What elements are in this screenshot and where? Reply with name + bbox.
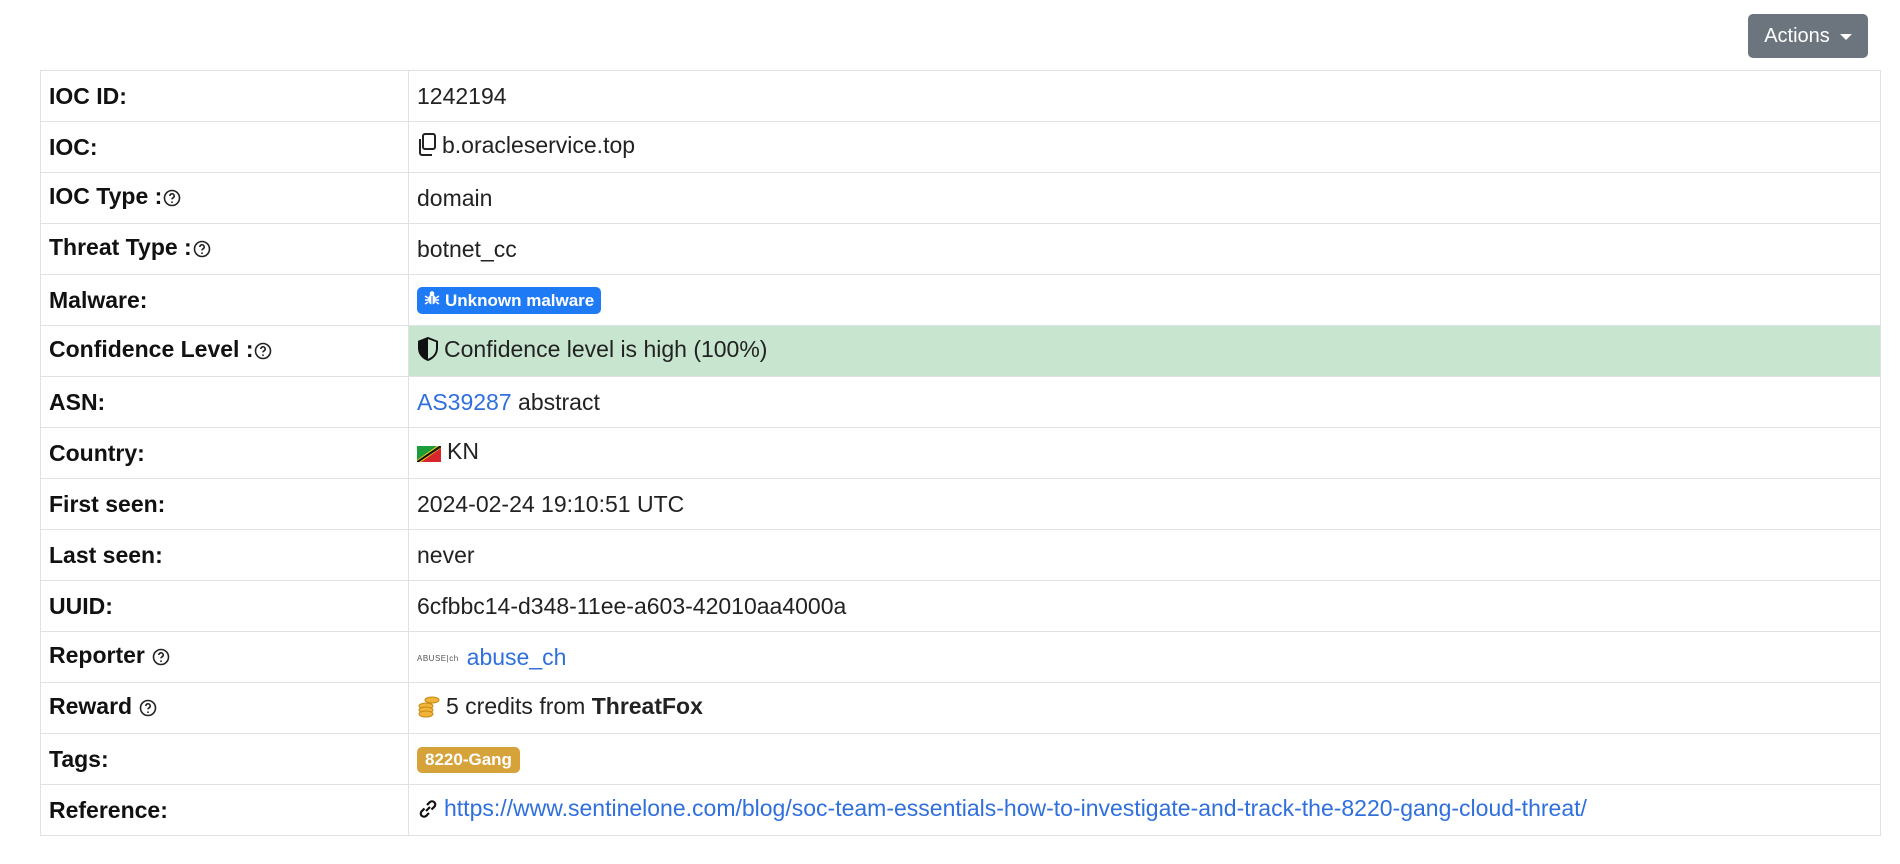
actions-label: Actions: [1764, 24, 1830, 47]
cell-reference: https://www.sentinelone.com/blog/soc-tea…: [408, 784, 1881, 836]
label-ioc-type-cell: IOC Type :: [40, 172, 409, 224]
label-reporter-cell: Reporter: [40, 631, 409, 683]
label-confidence: Confidence Level :: [49, 336, 254, 362]
cell-country: KN: [408, 427, 1881, 479]
help-icon[interactable]: [139, 696, 157, 723]
cell-reporter: ABUSE|ch abuse_ch: [408, 631, 1881, 683]
label-first-seen: First seen:: [40, 478, 409, 530]
value-threat-type: botnet_cc: [408, 223, 1881, 275]
flag-icon: [417, 441, 441, 468]
label-threat-type-cell: Threat Type :: [40, 223, 409, 275]
row-ioc-id: IOC ID: 1242194: [40, 70, 1881, 122]
row-asn: ASN: AS39287 abstract: [40, 376, 1881, 428]
top-bar: Actions: [0, 0, 1900, 70]
reporter-logo: ABUSE|ch: [417, 653, 459, 663]
value-first-seen: 2024-02-24 19:10:51 UTC: [408, 478, 1881, 530]
coins-icon: [417, 694, 441, 724]
row-confidence: Confidence Level : Confidence level is h…: [40, 325, 1881, 377]
row-ioc-type: IOC Type : domain: [40, 172, 1881, 224]
label-threat-type: Threat Type :: [49, 234, 192, 260]
help-icon[interactable]: [163, 186, 181, 213]
cell-reward: 5 credits from ThreatFox: [408, 682, 1881, 734]
row-first-seen: First seen: 2024-02-24 19:10:51 UTC: [40, 478, 1881, 530]
cell-ioc: b.oracleservice.top: [408, 121, 1881, 173]
value-uuid: 6cfbbc14-d348-11ee-a603-42010aa4000a: [408, 580, 1881, 632]
help-icon[interactable]: [152, 645, 170, 672]
label-ioc-type: IOC Type :: [49, 183, 163, 209]
ioc-details-table: IOC ID: 1242194 IOC: b.oracleservice.top…: [40, 70, 1881, 836]
label-malware: Malware:: [40, 274, 409, 326]
label-confidence-cell: Confidence Level :: [40, 325, 409, 377]
label-uuid: UUID:: [40, 580, 409, 632]
row-country: Country: KN: [40, 427, 1881, 479]
link-icon: [417, 798, 439, 826]
label-asn: ASN:: [40, 376, 409, 428]
value-last-seen: never: [408, 529, 1881, 581]
row-reporter: Reporter ABUSE|ch abuse_ch: [40, 631, 1881, 683]
cell-asn: AS39287 abstract: [408, 376, 1881, 428]
label-reward: Reward: [49, 693, 133, 719]
reference-link[interactable]: https://www.sentinelone.com/blog/soc-tea…: [444, 795, 1587, 821]
caret-down-icon: [1839, 34, 1852, 40]
value-ioc-id: 1242194: [408, 70, 1881, 122]
actions-dropdown-button[interactable]: Actions: [1748, 14, 1868, 58]
row-last-seen: Last seen: never: [40, 529, 1881, 581]
reporter-link[interactable]: abuse_ch: [467, 644, 567, 670]
label-country: Country:: [40, 427, 409, 479]
malware-badge[interactable]: Unknown malware: [417, 287, 602, 315]
value-country: KN: [447, 438, 479, 464]
row-reward: Reward 5 credits from ThreatFox: [40, 682, 1881, 734]
copy-icon[interactable]: [417, 132, 437, 163]
bug-icon: [424, 290, 440, 311]
row-uuid: UUID: 6cfbbc14-d348-11ee-a603-42010aa400…: [40, 580, 1881, 632]
row-reference: Reference: https://www.sentinelone.com/b…: [40, 784, 1881, 836]
row-ioc: IOC: b.oracleservice.top: [40, 121, 1881, 173]
reward-source: ThreatFox: [591, 692, 703, 719]
value-ioc: b.oracleservice.top: [442, 131, 636, 158]
label-reference: Reference:: [40, 784, 409, 836]
label-ioc-id: IOC ID:: [40, 70, 409, 122]
shield-icon: [417, 336, 439, 367]
cell-malware: Unknown malware: [408, 274, 1881, 326]
cell-confidence: Confidence level is high (100%): [408, 325, 1881, 377]
row-malware: Malware: Unknown malware: [40, 274, 1881, 326]
cell-tags: 8220-Gang: [408, 733, 1881, 785]
value-confidence: Confidence level is high (100%): [444, 335, 768, 362]
label-tags: Tags:: [40, 733, 409, 785]
label-ioc: IOC:: [40, 121, 409, 173]
asn-name: abstract: [518, 388, 600, 415]
help-icon[interactable]: [193, 237, 211, 264]
label-reward-cell: Reward: [40, 682, 409, 734]
reward-prefix: 5 credits from: [446, 692, 586, 719]
help-icon[interactable]: [254, 339, 272, 366]
label-reporter: Reporter: [49, 642, 145, 668]
tag-badge[interactable]: 8220-Gang: [417, 746, 520, 773]
value-ioc-type: domain: [408, 172, 1881, 224]
malware-badge-label: Unknown malware: [445, 290, 595, 310]
row-threat-type: Threat Type : botnet_cc: [40, 223, 1881, 275]
label-last-seen: Last seen:: [40, 529, 409, 581]
row-tags: Tags: 8220-Gang: [40, 733, 1881, 785]
asn-link[interactable]: AS39287: [417, 389, 512, 415]
